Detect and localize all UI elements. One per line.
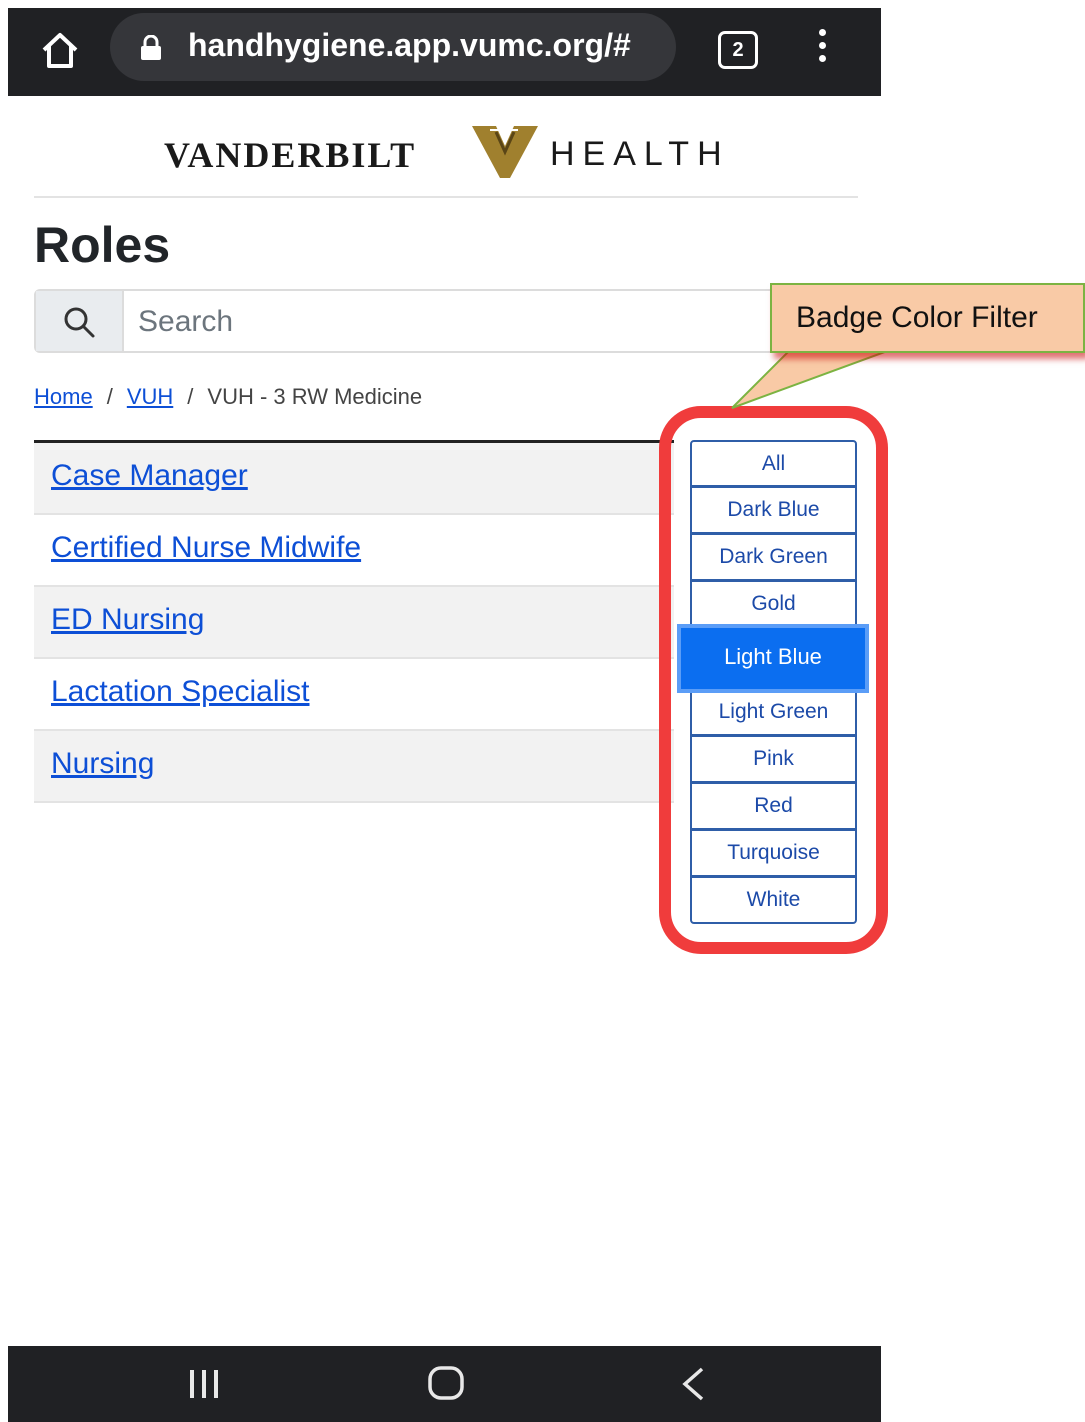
recent-apps-icon[interactable] (186, 1368, 222, 1400)
nav-back-icon[interactable] (680, 1366, 706, 1402)
badge-color-filter-list: All Dark Blue Dark Green Gold Light Blue… (681, 440, 865, 924)
search-bar (34, 289, 794, 353)
browser-toolbar: handhygiene.app.vumc.org/# 2 (8, 8, 881, 96)
address-bar[interactable]: handhygiene.app.vumc.org/# (110, 13, 676, 81)
tab-switcher-button[interactable]: 2 (718, 31, 758, 69)
logo-text-vanderbilt: VANDERBILT (164, 135, 417, 175)
search-input[interactable] (136, 297, 780, 347)
lock-icon (141, 35, 161, 60)
breadcrumb: Home / VUH / VUH - 3 RW Medicine (34, 384, 422, 410)
logo-v-mark-icon (472, 126, 538, 178)
role-row: Lactation Specialist (34, 659, 674, 731)
filter-option-white[interactable]: White (690, 877, 857, 924)
role-link-case-manager[interactable]: Case Manager (51, 459, 248, 493)
breadcrumb-current: VUH - 3 RW Medicine (207, 384, 423, 409)
filter-option-dark-green[interactable]: Dark Green (690, 534, 857, 581)
filter-option-dark-blue[interactable]: Dark Blue (690, 487, 857, 534)
role-row: Case Manager (34, 443, 674, 515)
nav-home-icon[interactable] (428, 1366, 464, 1400)
filter-option-gold[interactable]: Gold (690, 581, 857, 628)
filter-option-all[interactable]: All (690, 440, 857, 487)
breadcrumb-separator: / (106, 384, 113, 409)
search-icon (64, 307, 95, 338)
breadcrumb-separator: / (187, 384, 194, 409)
role-link-nursing[interactable]: Nursing (51, 747, 154, 781)
callout-pointer (731, 350, 891, 409)
page-title: Roles (34, 217, 171, 273)
breadcrumb-home-link[interactable]: Home (34, 384, 93, 409)
home-icon[interactable] (38, 28, 82, 72)
filter-option-pink[interactable]: Pink (690, 736, 857, 783)
role-row: ED Nursing (34, 587, 674, 659)
search-addon (36, 291, 124, 351)
android-nav-bar (8, 1346, 881, 1422)
header-divider (34, 196, 858, 198)
filter-option-light-blue[interactable]: Light Blue (681, 628, 865, 689)
filter-option-red[interactable]: Red (690, 783, 857, 830)
breadcrumb-vuh-link[interactable]: VUH (127, 384, 173, 409)
badge-color-filter-callout: Badge Color Filter (770, 283, 1085, 353)
role-link-lactation-specialist[interactable]: Lactation Specialist (51, 675, 310, 709)
role-row: Certified Nurse Midwife (34, 515, 674, 587)
roles-list: Case Manager Certified Nurse Midwife ED … (34, 440, 674, 803)
callout-text: Badge Color Filter (796, 301, 1038, 334)
vanderbilt-health-logo: VANDERBILT HEALTH (8, 118, 881, 182)
filter-option-turquoise[interactable]: Turquoise (690, 830, 857, 877)
more-menu-icon[interactable] (812, 26, 832, 72)
role-row: Nursing (34, 731, 674, 803)
url-text: handhygiene.app.vumc.org/# (188, 27, 631, 63)
role-link-ed-nursing[interactable]: ED Nursing (51, 603, 204, 637)
logo-text-health: HEALTH (550, 135, 730, 173)
role-link-certified-nurse-midwife[interactable]: Certified Nurse Midwife (51, 531, 361, 565)
filter-option-light-green[interactable]: Light Green (690, 689, 857, 736)
